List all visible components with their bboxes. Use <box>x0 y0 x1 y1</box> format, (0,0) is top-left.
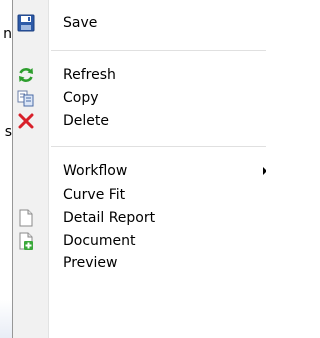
menu-item-label: Workflow <box>63 163 128 179</box>
copy-icon <box>17 89 35 107</box>
background-text-fragment: n <box>3 26 12 42</box>
menu-item-label: Save <box>63 15 98 31</box>
menu-item-label: Refresh <box>63 67 116 83</box>
context-menu: Save Refresh Copy Delete Workflow Curve … <box>12 0 266 338</box>
menu-item-label: Delete <box>63 113 109 129</box>
menu-item-label: Preview <box>63 255 118 271</box>
refresh-icon <box>17 66 35 84</box>
menu-item-save[interactable]: Save <box>13 12 266 35</box>
menu-separator <box>51 50 266 51</box>
menu-item-label: Document <box>63 233 136 249</box>
menu-item-document[interactable]: Document <box>13 230 266 253</box>
screen: n s Save Refresh Copy Delete Workflow Cu… <box>0 0 266 338</box>
menu-item-workflow[interactable]: Workflow <box>13 160 266 183</box>
menu-separator <box>51 146 266 147</box>
menu-item-delete[interactable]: Delete <box>13 110 266 133</box>
menu-item-curve-fit[interactable]: Curve Fit <box>13 184 266 207</box>
menu-item-detail-report[interactable]: Detail Report <box>13 207 266 230</box>
add-document-icon <box>17 232 35 250</box>
menu-item-preview[interactable]: Preview <box>13 252 266 275</box>
menu-item-label: Curve Fit <box>63 187 126 203</box>
save-disk-icon <box>17 14 35 32</box>
delete-x-icon <box>17 112 35 130</box>
menu-item-label: Copy <box>63 90 99 106</box>
menu-item-copy[interactable]: Copy <box>13 87 266 110</box>
page-icon <box>17 209 35 227</box>
menu-item-label: Detail Report <box>63 210 156 226</box>
menu-item-refresh[interactable]: Refresh <box>13 64 266 87</box>
submenu-arrow-icon <box>263 167 266 175</box>
background-text-fragment: s <box>4 124 12 140</box>
